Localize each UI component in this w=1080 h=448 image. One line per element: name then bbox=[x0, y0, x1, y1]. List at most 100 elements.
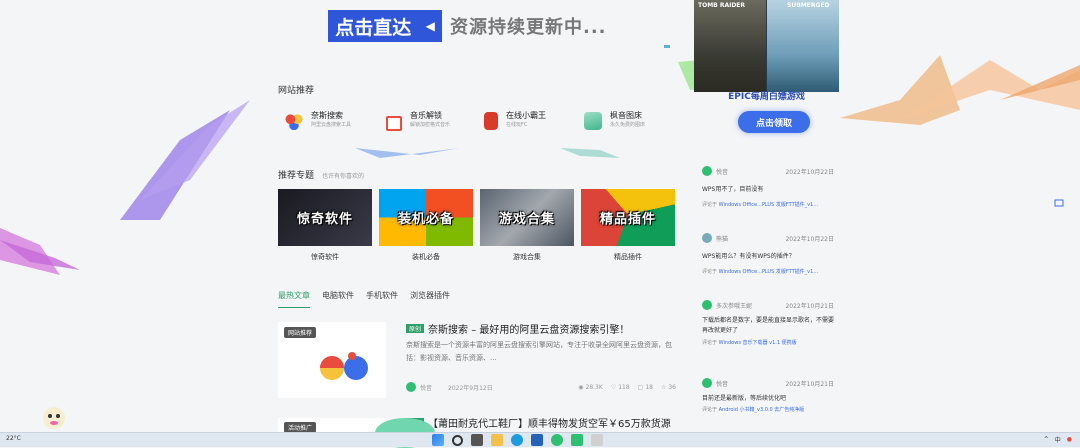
system-tray: ^ 中 ● bbox=[1044, 435, 1072, 444]
comment-source-prefix: 评论于 bbox=[702, 340, 718, 346]
post-title-link[interactable]: 原创 【莆田耐克代工鞋厂】顺丰得物发货空军￥65万款货源 bbox=[406, 415, 671, 430]
task-view-icon[interactable] bbox=[471, 434, 483, 446]
star-icon: ☆ bbox=[660, 383, 667, 391]
sheep-mascot-icon bbox=[43, 407, 65, 429]
article-tabs: 最热文章 电脑软件 手机软件 浏览器插件 bbox=[278, 290, 450, 308]
site-section-title: 网站推荐 bbox=[278, 86, 315, 96]
topics-section-subtitle: 也许有你喜欢的 bbox=[322, 173, 365, 180]
site-name: 枫音图床 bbox=[610, 111, 642, 120]
ad-caption: EPIC每周白嫖游戏 bbox=[728, 92, 805, 102]
site-item-music-unlock[interactable]: 音乐解锁 解锁加密格式音乐 bbox=[386, 110, 450, 131]
comment-date: 2022年10月21日 bbox=[785, 380, 834, 388]
site-item-nice-search[interactable]: 奈斯搜索 阿里云盘搜索工具 bbox=[285, 110, 351, 130]
author-avatar bbox=[406, 382, 416, 392]
comment-source-link[interactable]: Android 小书籍_v3.0.0 去广告纯净版 bbox=[719, 407, 805, 413]
post-title-text: 【莆田耐克代工鞋厂】顺丰得物发货空军￥65万款货源 bbox=[428, 419, 671, 430]
top-banner: 点击直达 ◀ 资源持续更新中... bbox=[328, 10, 607, 42]
colorful-dots-icon bbox=[285, 112, 303, 130]
edge-icon[interactable] bbox=[511, 434, 523, 446]
tab-pc-software[interactable]: 电脑软件 bbox=[322, 290, 354, 308]
tab-browser-plugins[interactable]: 浏览器插件 bbox=[410, 290, 450, 308]
claim-button[interactable]: 点击领取 bbox=[738, 111, 810, 133]
comment-date: 2022年10月22日 bbox=[785, 168, 834, 176]
comment-item[interactable]: 悦音 2022年10月22日 WPS用不了，目前没有 评论于 Windows Of… bbox=[702, 166, 834, 208]
comment-user: 悦音 bbox=[716, 168, 729, 176]
comment-source-link[interactable]: Windows 音乐下载器 v1.1 便携版 bbox=[719, 340, 797, 346]
game1-title: TOMB RAIDER bbox=[698, 2, 746, 9]
site-name: 在线小霸王 bbox=[506, 111, 546, 120]
post-thumbnail[interactable]: 活动推广 bbox=[278, 418, 386, 433]
lock-icon bbox=[386, 116, 402, 131]
comment-source-link[interactable]: Windows Office...PLUS 发版FTT插件_v1... bbox=[719, 202, 818, 208]
comment-body: WPS用不了，目前没有 bbox=[702, 186, 764, 193]
comment-source-link[interactable]: Windows Office...PLUS 发版FTT插件_v1... bbox=[719, 269, 818, 275]
topic-card-plugins[interactable]: 精品插件 bbox=[581, 189, 675, 246]
comment-item[interactable]: 熊猫 2022年10月22日 WPS能用么？有没有WPS的插件？ 评论于 Wind… bbox=[702, 233, 834, 275]
topics-section-header: 推荐专题 也许有你喜欢的 bbox=[278, 168, 364, 181]
topic-card-amazing-software[interactable]: 惊奇软件 bbox=[278, 189, 372, 246]
comment-user: 多次参哦王妮 bbox=[716, 302, 753, 310]
topic-card-essentials[interactable]: 装机必备 bbox=[379, 189, 473, 246]
site-item-fc-online[interactable]: 在线小霸王 在线玩FC bbox=[484, 110, 546, 130]
wechat-icon[interactable] bbox=[551, 434, 563, 446]
post-title-text: 奈斯搜索 – 最好用的阿里云盘资源搜索引擎！ bbox=[428, 325, 630, 336]
post-thumbnail[interactable]: 网站推荐 bbox=[278, 322, 386, 398]
topic-image-text: 装机必备 bbox=[397, 212, 454, 227]
post-views: 28.3K bbox=[585, 383, 603, 391]
comment-date: 2022年10月21日 bbox=[785, 302, 834, 310]
avatar bbox=[702, 233, 712, 243]
notification-icon[interactable]: ● bbox=[1067, 436, 1072, 443]
tab-hot-articles[interactable]: 最热文章 bbox=[278, 290, 310, 308]
store-icon[interactable] bbox=[531, 434, 543, 446]
tomb-raider-cover: TOMB RAIDER bbox=[694, 0, 766, 92]
topic-caption: 游戏合集 bbox=[513, 253, 541, 261]
avatar bbox=[702, 300, 712, 310]
gamepad-icon bbox=[484, 112, 498, 130]
submerged-cover: SUBMERGED bbox=[767, 0, 839, 92]
comment-body: 下载后都名是数字，要是能直接显示歌名，不需要再改就更好了 bbox=[702, 317, 835, 334]
search-icon[interactable] bbox=[452, 434, 463, 446]
post-author: 悦音 bbox=[420, 384, 433, 392]
file-explorer-icon[interactable] bbox=[491, 434, 503, 446]
comment-source-prefix: 评论于 bbox=[702, 407, 718, 413]
topic-card-games[interactable]: 游戏合集 bbox=[480, 189, 574, 246]
eye-icon: ◉ bbox=[578, 383, 584, 391]
windows-start-icon[interactable] bbox=[432, 434, 444, 446]
epic-games-ad[interactable]: TOMB RAIDER SUBMERGED bbox=[694, 0, 839, 92]
comment-body: WPS能用么？有没有WPS的插件？ bbox=[702, 253, 795, 260]
app-icon[interactable] bbox=[591, 434, 603, 446]
taskbar-apps bbox=[432, 434, 603, 446]
ime-indicator[interactable]: 中 bbox=[1055, 435, 1061, 444]
post-date: 2022年9月12日 bbox=[448, 384, 493, 392]
site-desc: 解锁加密格式音乐 bbox=[410, 122, 451, 128]
topics-section-title: 推荐专题 bbox=[278, 171, 315, 181]
avatar bbox=[702, 166, 712, 176]
site-name: 奈斯搜索 bbox=[311, 111, 343, 120]
banner-subtitle: 资源持续更新中... bbox=[450, 17, 607, 38]
app-icon[interactable] bbox=[571, 434, 583, 446]
topic-caption: 惊奇软件 bbox=[311, 253, 339, 261]
avatar bbox=[702, 378, 712, 388]
post-meta: 悦音 2022年9月12日 ◉ 28.3K ♡ 118 ▢ 18 ☆ 36 bbox=[406, 382, 676, 392]
taskbar-weather[interactable]: 22°C bbox=[6, 435, 21, 442]
comment-user: 悦音 bbox=[716, 380, 729, 388]
comment-item[interactable]: 多次参哦王妮 2022年10月21日 下载后都名是数字，要是能直接显示歌名，不需要… bbox=[702, 300, 834, 346]
comment-item[interactable]: 悦音 2022年10月21日 目前还是最新版，等后续优化吧 评论于 Android… bbox=[702, 378, 834, 413]
nice-search-logo-icon bbox=[320, 352, 368, 380]
post-tag: 原创 bbox=[406, 324, 425, 333]
chevron-up-icon[interactable]: ^ bbox=[1044, 436, 1049, 443]
topic-image-text: 精品插件 bbox=[599, 212, 656, 227]
comment-body: 目前还是最新版，等后续优化吧 bbox=[702, 395, 787, 402]
site-desc: 永久免费的图床 bbox=[610, 122, 646, 128]
post-title-link[interactable]: 原创 奈斯搜索 – 最好用的阿里云盘资源搜索引擎！ bbox=[406, 321, 629, 336]
banner-link-button[interactable]: 点击直达 ◀ bbox=[328, 10, 442, 42]
tab-mobile-software[interactable]: 手机软件 bbox=[366, 290, 398, 308]
comment-icon: ▢ bbox=[637, 383, 644, 391]
topic-image-text: 游戏合集 bbox=[498, 212, 555, 227]
site-item-image-host[interactable]: 枫音图床永久免费的图床 bbox=[584, 110, 645, 130]
comment-source-prefix: 评论于 bbox=[702, 269, 718, 275]
topic-caption: 装机必备 bbox=[412, 253, 440, 261]
windows-taskbar: 22°C ^ 中 ● bbox=[0, 432, 1080, 447]
topic-caption: 精品插件 bbox=[614, 253, 642, 261]
comment-user: 熊猫 bbox=[716, 235, 729, 243]
